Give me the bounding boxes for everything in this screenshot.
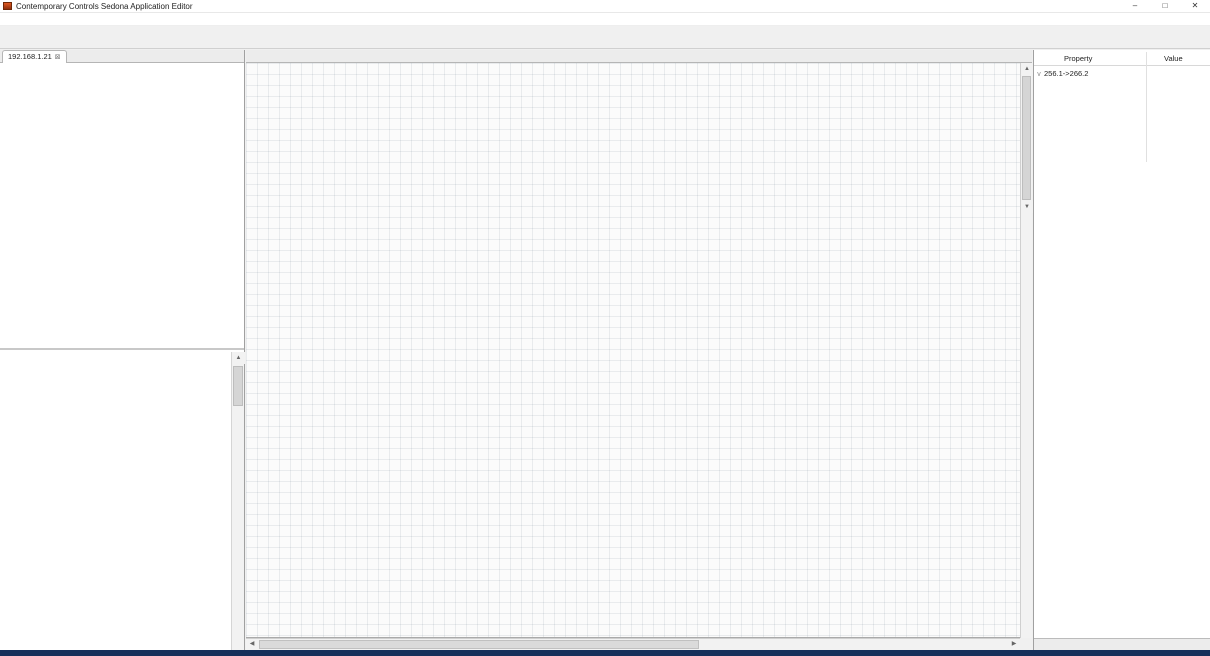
editor-tabs — [246, 50, 1032, 63]
canvas-hscroll-thumb[interactable] — [259, 640, 699, 649]
canvas-scroll-up-icon[interactable]: ▲ — [1021, 63, 1033, 75]
canvas-scroll-right-icon[interactable]: ▶ — [1008, 639, 1020, 650]
kits-scrollbar[interactable]: ▲ ▼ — [231, 352, 244, 656]
canvas-vertical-scrollbar[interactable]: ▲ ▼ — [1020, 63, 1032, 638]
window-controls: – □ ✕ — [1120, 0, 1210, 13]
menu-bar — [0, 13, 1210, 26]
maximize-button[interactable]: □ — [1150, 0, 1180, 13]
kits-scroll-thumb[interactable] — [233, 366, 243, 406]
window-title: Contemporary Controls Sedona Application… — [16, 2, 193, 11]
status-bar — [0, 650, 1210, 656]
device-tree — [0, 63, 244, 350]
kits-list — [0, 352, 244, 656]
toolbar — [0, 26, 1210, 49]
device-tab[interactable]: 192.168.1.21⊠ — [2, 50, 67, 63]
title-bar: Contemporary Controls Sedona Application… — [0, 0, 1210, 13]
minimize-button[interactable]: – — [1120, 0, 1150, 13]
app-logo-icon — [3, 2, 12, 10]
wire-layer — [246, 63, 1020, 638]
canvas-horizontal-scrollbar[interactable]: ◀ ▶ — [246, 638, 1020, 650]
canvas-vscroll-thumb[interactable] — [1022, 76, 1031, 200]
canvas-scroll-down-icon[interactable]: ▼ — [1021, 201, 1033, 213]
canvas-scroll-left-icon[interactable]: ◀ — [246, 639, 258, 650]
kits-scroll-up-icon[interactable]: ▲ — [232, 352, 245, 364]
properties-header: Property Value — [1034, 52, 1210, 66]
navigation-panel: 192.168.1.21⊠ ▲ ▼ Kits — [0, 50, 245, 650]
editor-area: ▲ ▼ ◀ ▶ — [246, 50, 1032, 650]
property-column-header: Property — [1064, 54, 1092, 63]
link-group-row[interactable]: v256.1->266.2 — [1034, 68, 1210, 80]
application-window: Contemporary Controls Sedona Application… — [0, 0, 1210, 656]
close-button[interactable]: ✕ — [1180, 0, 1210, 13]
device-tab-row: 192.168.1.21⊠ — [0, 50, 244, 63]
device-tab-close-icon[interactable]: ⊠ — [55, 54, 61, 61]
value-column-header: Value — [1164, 54, 1183, 63]
wiresheet-canvas[interactable] — [246, 63, 1020, 638]
properties-panel: Property Value v256.1->266.2 — [1033, 50, 1210, 650]
